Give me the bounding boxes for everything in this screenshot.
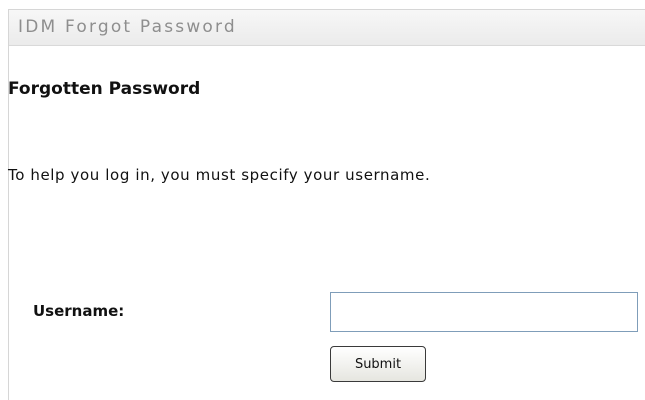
username-label: Username:: [33, 302, 125, 320]
forgot-password-panel: IDM Forgot Password: [8, 9, 645, 400]
submit-button[interactable]: Submit: [330, 346, 426, 382]
page-heading: Forgotten Password: [8, 79, 201, 99]
instructions-text: To help you log in, you must specify you…: [8, 166, 431, 184]
panel-title: IDM Forgot Password: [9, 10, 645, 46]
username-input[interactable]: [330, 292, 638, 332]
